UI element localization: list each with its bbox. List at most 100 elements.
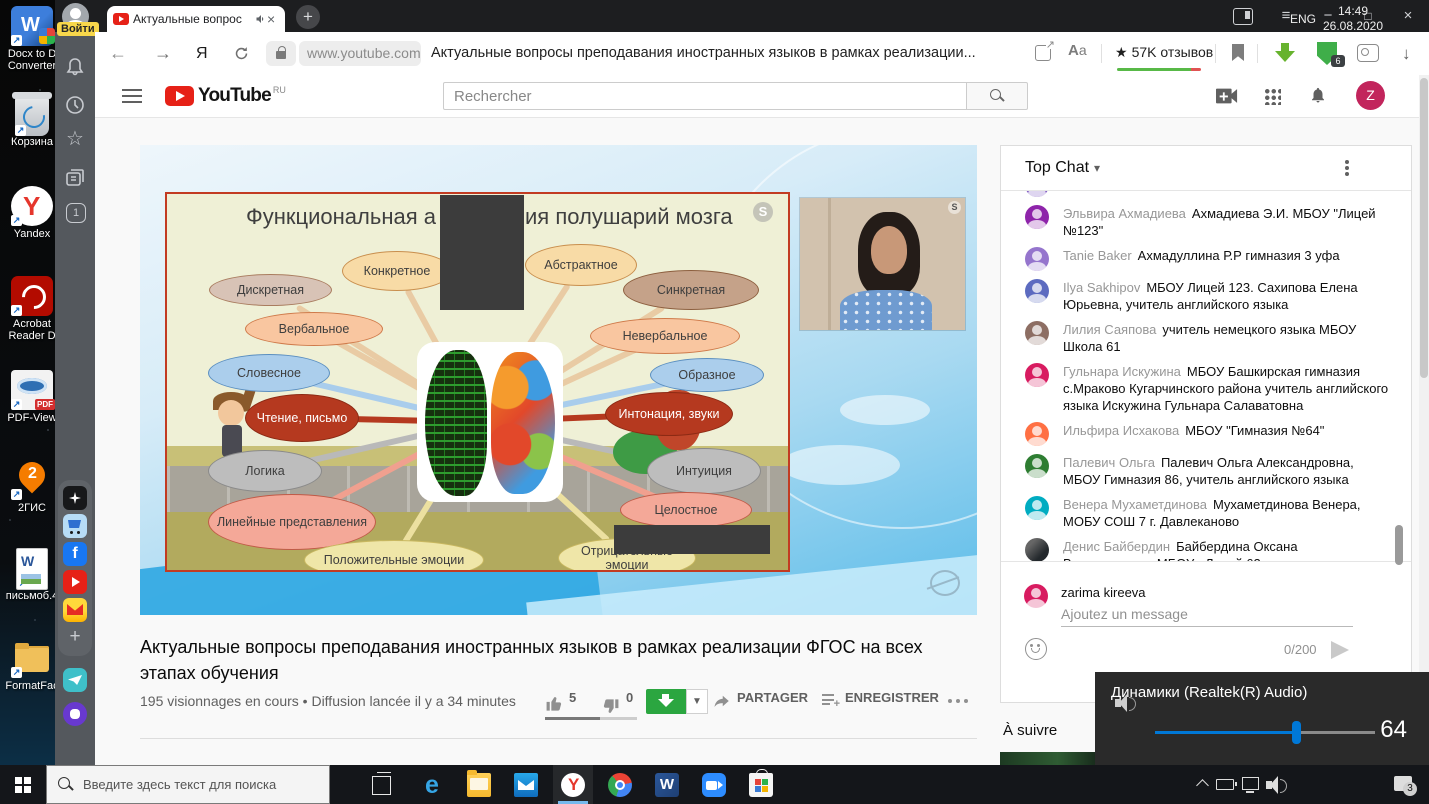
url-field[interactable]: www.youtube.com	[299, 41, 421, 66]
share-button[interactable]: PARTAGER	[737, 690, 808, 705]
chat-author-name[interactable]: Tanie Baker	[1063, 248, 1132, 263]
account-avatar[interactable]: Z	[1356, 81, 1385, 110]
share-icon[interactable]	[712, 692, 732, 710]
chat-author-name[interactable]: Эльвира Ахмадиева	[1063, 206, 1186, 221]
bookmarks-star-icon[interactable]: ☆	[63, 128, 87, 152]
chat-author-name[interactable]: Лилия Саяпова	[1063, 322, 1156, 337]
download-options-caret[interactable]: ▼	[686, 689, 708, 714]
start-button[interactable]	[0, 765, 46, 804]
volume-slider-thumb[interactable]	[1292, 721, 1301, 744]
back-icon[interactable]: ←	[109, 32, 127, 75]
chat-avatar[interactable]	[1025, 496, 1049, 520]
send-message-icon[interactable]	[1331, 641, 1349, 659]
taskbar-app-edge[interactable]	[412, 765, 452, 804]
video-player[interactable]: Функциональная а ия полушарий мозга Диск…	[140, 145, 977, 615]
refresh-icon[interactable]	[233, 45, 250, 62]
tab-audio-icon[interactable]	[255, 13, 267, 25]
save-playlist-icon[interactable]	[822, 694, 838, 708]
search-button[interactable]	[966, 82, 1028, 110]
chat-avatar[interactable]	[1025, 538, 1049, 561]
taskbar-app-explorer[interactable]	[459, 765, 499, 804]
chat-avatar[interactable]	[1025, 454, 1049, 478]
dislike-button[interactable]	[601, 697, 620, 716]
desktop-icon-folder[interactable]: ↗FormatFac	[1, 638, 63, 692]
search-input[interactable]	[443, 82, 967, 110]
browser-tab[interactable]: Актуальные вопрос ×	[107, 6, 285, 32]
clock[interactable]: 14:49 26.08.2020	[1322, 4, 1384, 43]
youtube-apps-grid-icon[interactable]	[1264, 88, 1281, 105]
notifications-icon[interactable]	[1307, 86, 1329, 104]
desktop-icon-acrobat[interactable]: ↗AcrobatReader D	[1, 276, 63, 342]
taskbar-app-yandex[interactable]	[553, 765, 593, 804]
youtube-shortcut-icon[interactable]	[63, 570, 87, 594]
speaker-icon[interactable]	[1115, 694, 1139, 714]
hamburger-menu-icon[interactable]	[122, 89, 142, 103]
tab-close-icon[interactable]: ×	[267, 12, 279, 26]
page-scrollbar-thumb[interactable]	[1420, 78, 1428, 378]
save-button[interactable]: ENREGISTRER	[845, 690, 939, 705]
chat-author-name[interactable]: Денис Байбердин	[1063, 539, 1170, 554]
taskbar-app-chrome[interactable]	[600, 765, 640, 804]
chevron-down-icon[interactable]: ▾	[1094, 161, 1100, 175]
chat-avatar[interactable]	[1025, 205, 1049, 229]
side-panel-toggle-icon[interactable]	[1233, 8, 1253, 25]
history-clock-icon[interactable]	[63, 93, 87, 117]
share-page-icon[interactable]	[1035, 45, 1051, 61]
facebook-icon[interactable]	[63, 542, 87, 566]
create-video-icon[interactable]	[1216, 87, 1238, 105]
chat-author-name[interactable]: Венера Мухаметдинова	[1063, 497, 1207, 512]
network-icon[interactable]	[1242, 777, 1259, 790]
desktop-icon-docx[interactable]: ↗Docx to DConverter	[1, 6, 63, 72]
chat-author-name[interactable]: Ильфира Исхакова	[1063, 423, 1179, 438]
task-view-icon[interactable]	[372, 776, 391, 795]
yandex-services-icon[interactable]	[63, 486, 87, 510]
taskbar-app-store[interactable]	[741, 765, 781, 804]
new-tab-button[interactable]: +	[296, 5, 320, 29]
chat-scrollbar[interactable]	[1395, 525, 1403, 565]
alice-assistant-icon[interactable]	[63, 702, 87, 726]
emoji-icon[interactable]	[1025, 638, 1047, 660]
address-page-title[interactable]: Актуальные вопросы преподавания иностран…	[431, 32, 1031, 75]
up-next-thumbnail[interactable]	[1000, 752, 1096, 765]
battery-icon[interactable]	[1216, 779, 1234, 790]
chat-avatar[interactable]	[1025, 321, 1049, 345]
desktop-icon-recycle-bin[interactable]: ↗Корзина	[1, 96, 63, 148]
taskbar-search-input[interactable]	[46, 765, 330, 804]
extensions-icon[interactable]	[1357, 44, 1379, 62]
like-button[interactable]	[545, 694, 564, 713]
chat-avatar[interactable]	[1025, 279, 1049, 303]
chat-avatar[interactable]	[1025, 363, 1049, 387]
site-reviews[interactable]: ★57K отзывов	[1115, 32, 1213, 72]
chat-message-input[interactable]	[1061, 604, 1353, 627]
downloads-icon[interactable]: ↓	[1402, 32, 1411, 75]
chat-message-list[interactable]: Tanie BakerУчитко Алсу Ганузовна с гимна…	[1001, 191, 1397, 561]
language-indicator[interactable]: ENG	[1290, 0, 1316, 39]
chat-author-name[interactable]: Палевич Ольга	[1063, 455, 1155, 470]
chat-filter-dropdown[interactable]: Top Chat	[1025, 159, 1089, 177]
taskbar-app-word[interactable]	[647, 765, 687, 804]
download-button[interactable]	[646, 689, 686, 714]
chat-avatar[interactable]	[1025, 247, 1049, 271]
notifications-bell-icon[interactable]	[63, 56, 87, 80]
yandex-search-button[interactable]: Я	[196, 32, 208, 75]
desktop-icon-2gis[interactable]: ↗2ГИС	[1, 460, 63, 514]
chat-author-name[interactable]: Ilya Sakhipov	[1063, 280, 1140, 295]
desktop-icon-word-doc[interactable]: ↗письмоб.4	[1, 548, 63, 602]
taskbar-app-zoomapp[interactable]	[694, 765, 734, 804]
desktop-icon-pdf-viewer[interactable]: ↗PDF-View	[1, 370, 63, 424]
tab-counter[interactable]: 1	[66, 203, 86, 223]
translate-icon[interactable]: Aа	[1068, 42, 1087, 59]
chat-author-name[interactable]: Гульнара Искужина	[1063, 364, 1181, 379]
add-shortcut-icon[interactable]	[63, 626, 87, 650]
window-close-button[interactable]: ×	[1398, 8, 1418, 24]
forward-icon[interactable]: →	[154, 32, 172, 75]
chat-avatar[interactable]	[1025, 422, 1049, 446]
site-security-lock-icon[interactable]	[266, 41, 296, 66]
messenger-icon[interactable]	[63, 668, 87, 692]
yandex-mail-icon[interactable]	[63, 598, 87, 622]
taskbar-app-mail[interactable]	[506, 765, 546, 804]
login-badge[interactable]: Войти	[57, 22, 99, 36]
chat-menu-kebab-icon[interactable]	[1345, 166, 1349, 170]
youtube-logo[interactable]: YouTubeRU	[165, 85, 286, 107]
chat-avatar[interactable]	[1025, 191, 1049, 197]
